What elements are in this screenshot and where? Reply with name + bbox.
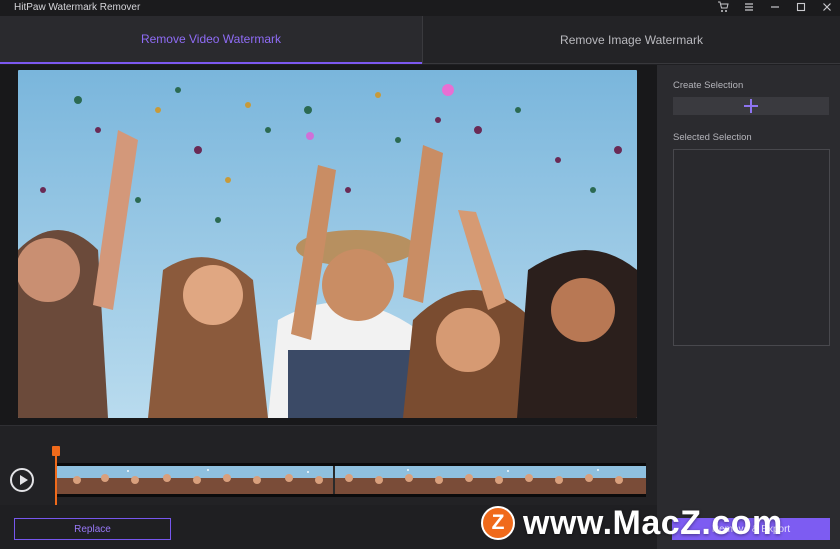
mode-tabs: Remove Video Watermark Remove Image Wate… <box>0 16 840 64</box>
video-preview[interactable] <box>18 70 637 418</box>
title-bar: HitPaw Watermark Remover <box>0 0 840 16</box>
selected-selection-label: Selected Selection <box>673 132 752 143</box>
filmstrip-thumbnails <box>57 466 646 494</box>
window-controls <box>716 0 834 16</box>
minimize-icon[interactable] <box>768 1 782 15</box>
create-selection-label: Create Selection <box>673 80 744 91</box>
video-stage <box>0 65 657 425</box>
close-icon[interactable] <box>820 1 834 15</box>
tab-remove-image-watermark[interactable]: Remove Image Watermark <box>422 16 840 64</box>
timeline <box>0 425 657 506</box>
play-icon[interactable] <box>10 468 34 492</box>
replace-button[interactable]: Replace <box>14 518 171 540</box>
cart-icon[interactable] <box>716 1 730 15</box>
watermark-text: www.MacZ.com <box>523 503 783 542</box>
video-frame-image <box>18 70 637 418</box>
filmstrip[interactable] <box>57 463 646 497</box>
plus-icon[interactable] <box>673 97 829 115</box>
tab-remove-video-watermark[interactable]: Remove Video Watermark <box>0 16 422 64</box>
menu-icon[interactable] <box>742 1 756 15</box>
watermark-logo: Z <box>481 506 515 540</box>
app-title: HitPaw Watermark Remover <box>14 2 141 13</box>
selected-selection-list <box>673 149 830 346</box>
selection-panel: Create Selection Selected Selection <box>657 65 840 549</box>
watermark-overlay: Z www.MacZ.com <box>481 500 783 546</box>
playhead-handle[interactable] <box>52 446 60 456</box>
maximize-icon[interactable] <box>794 1 808 15</box>
